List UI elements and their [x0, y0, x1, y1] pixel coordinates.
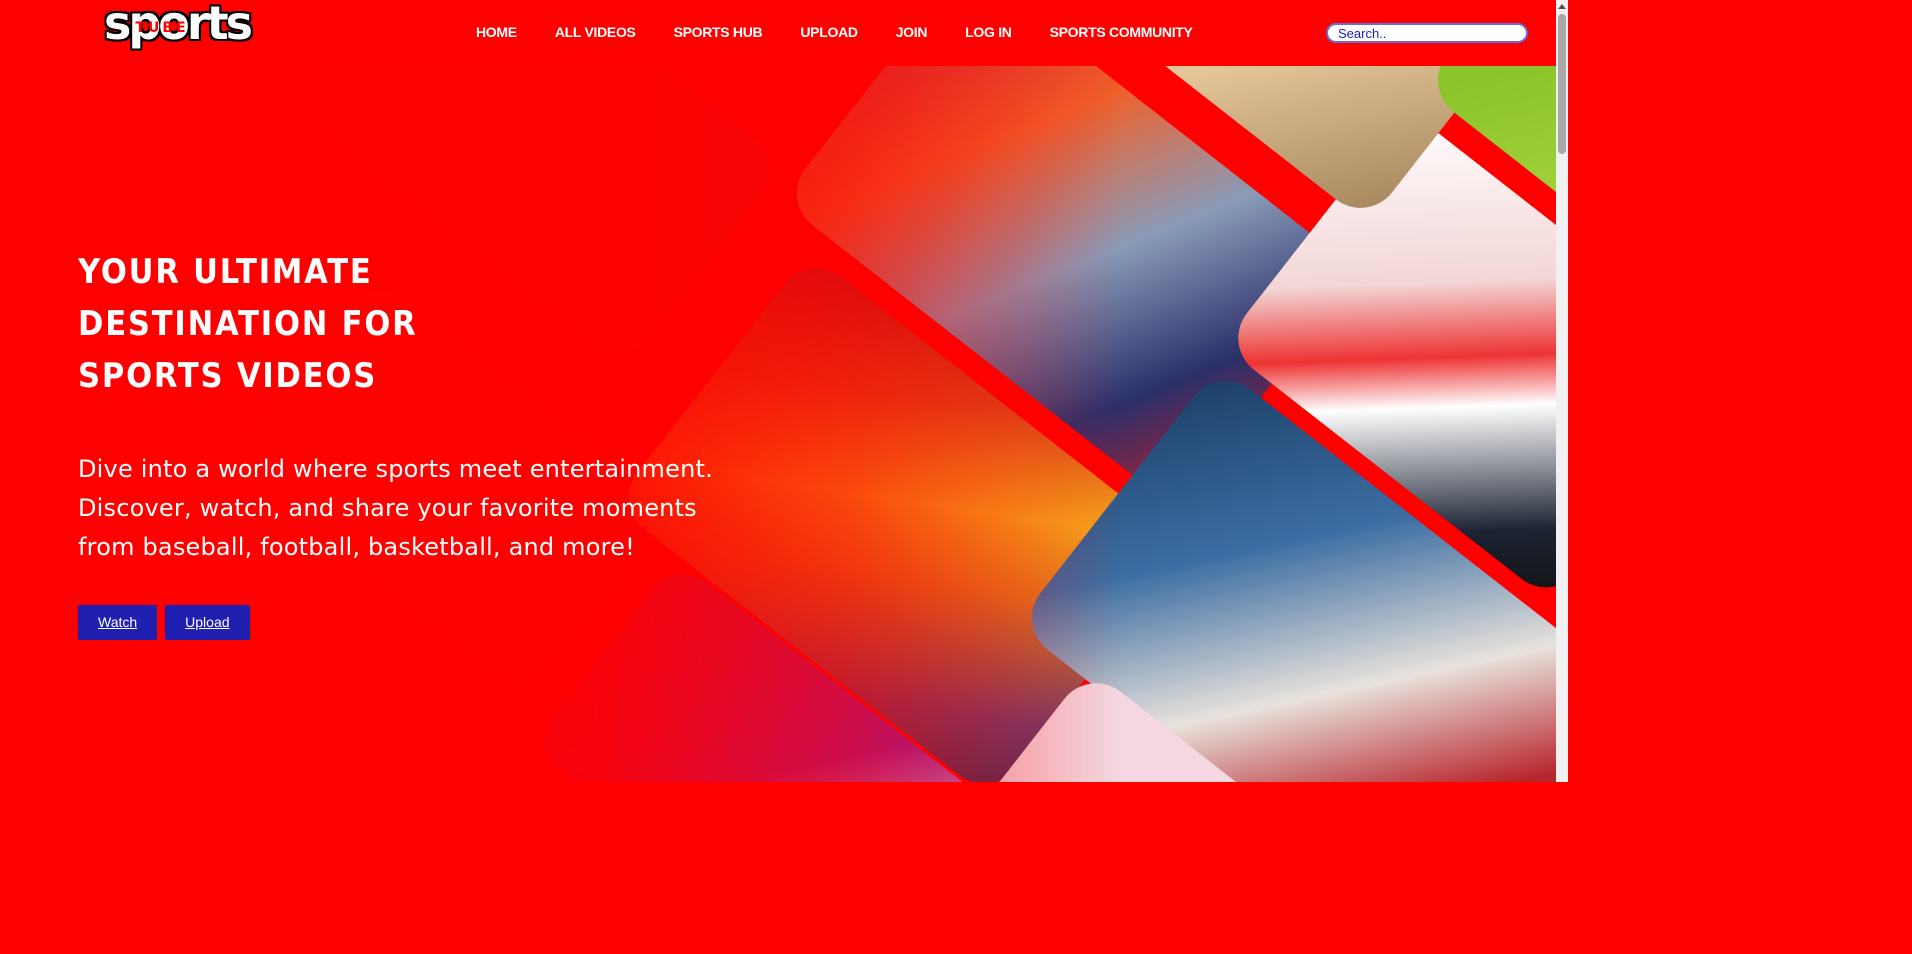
hero-section: YOUR ULTIMATE DESTINATION FOR SPORTS VID…: [78, 246, 718, 640]
hero-description-line2: Discover, watch, and share your favorite…: [78, 494, 697, 522]
nav-join[interactable]: JOIN: [896, 24, 928, 40]
scroll-thumb[interactable]: [1558, 14, 1566, 154]
nav-sports-hub[interactable]: SPORTS HUB: [674, 24, 763, 40]
hero-description-line3: from baseball, football, basketball, and…: [78, 533, 635, 561]
scroll-up-arrow-icon[interactable]: [1558, 4, 1566, 9]
page-scrollbar[interactable]: [1556, 0, 1568, 782]
hero-description: Dive into a world where sports meet ente…: [78, 450, 718, 567]
nav-log-in[interactable]: LOG IN: [965, 24, 1012, 40]
nav-upload[interactable]: UPLOAD: [800, 24, 858, 40]
search-input[interactable]: [1326, 23, 1528, 43]
hero-title: YOUR ULTIMATE DESTINATION FOR SPORTS VID…: [78, 246, 582, 402]
upload-button[interactable]: Upload: [165, 605, 250, 640]
nav-home[interactable]: HOME: [476, 24, 517, 40]
hero-description-line1: Dive into a world where sports meet ente…: [78, 455, 713, 483]
logo-tube: TUBE: [135, 20, 189, 36]
hero-buttons: Watch Upload: [78, 605, 718, 640]
top-navbar: sports TUBE HOME ALL VIDEOS SPORTS HUB U…: [0, 0, 1556, 66]
hero-title-line1: YOUR ULTIMATE DESTINATION FOR: [78, 252, 418, 344]
main-nav: HOME ALL VIDEOS SPORTS HUB UPLOAD JOIN L…: [476, 24, 1231, 40]
sportstube-logo[interactable]: sports TUBE: [104, 0, 253, 64]
nav-sports-community[interactable]: SPORTS COMMUNITY: [1050, 24, 1193, 40]
nav-all-videos[interactable]: ALL VIDEOS: [555, 24, 636, 40]
watch-button[interactable]: Watch: [78, 605, 158, 640]
hero-title-line2: SPORTS VIDEOS: [78, 356, 378, 396]
